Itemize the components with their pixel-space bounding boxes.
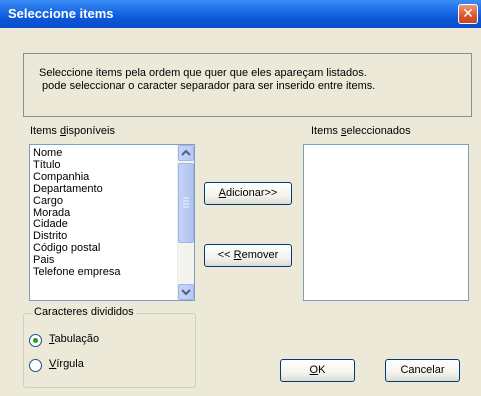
window-title: Seleccione items <box>8 6 114 21</box>
selected-items-list[interactable] <box>303 144 469 301</box>
close-button[interactable]: ✕ <box>458 4 478 24</box>
remove-button[interactable]: << Remover <box>204 244 292 267</box>
list-item[interactable]: Cidade <box>33 218 68 230</box>
scroll-up-button[interactable] <box>178 145 194 161</box>
radio-selected-dot <box>33 338 38 343</box>
scrollbar-thumb[interactable] <box>178 163 194 243</box>
cancel-button[interactable]: Cancelar <box>385 359 460 382</box>
close-icon: ✕ <box>462 5 474 21</box>
description-line-1: Seleccione items pela ordem que quer que… <box>39 67 367 79</box>
description-panel: Seleccione items pela ordem que quer que… <box>23 53 472 117</box>
list-item[interactable]: Departamento <box>33 183 103 195</box>
grip-icon <box>183 197 189 208</box>
separator-groupbox: Caracteres divididos Tabulação Vírgula <box>23 306 196 388</box>
comma-label[interactable]: Vírgula <box>49 358 84 370</box>
description-line-2: pode seleccionar o caracter separador pa… <box>39 80 376 92</box>
list-item[interactable]: Código postal <box>33 242 100 254</box>
selected-items-label: Items seleccionados <box>311 125 411 137</box>
dialog-window: Seleccione items ✕ Seleccione items pela… <box>0 0 481 396</box>
description-text: Seleccione items pela ordem que quer que… <box>39 67 375 93</box>
list-item[interactable]: Pais <box>33 254 54 266</box>
list-item[interactable]: Telefone empresa <box>33 266 120 278</box>
add-button[interactable]: Adicionar>> <box>204 182 292 205</box>
scroll-down-button[interactable] <box>178 284 194 300</box>
list-item[interactable]: Companhia <box>33 171 89 183</box>
title-bar[interactable]: Seleccione items ✕ <box>0 0 481 28</box>
separator-group-title: Caracteres divididos <box>32 306 136 318</box>
radio-tabulation[interactable] <box>29 334 42 347</box>
available-list-scrollbar[interactable] <box>177 145 194 300</box>
available-items-list[interactable]: Nome Título Companhia Departamento Cargo Mora… <box>29 144 195 301</box>
tabulation-label[interactable]: Tabulação <box>49 333 99 345</box>
list-item[interactable]: Nome <box>33 147 62 159</box>
radio-comma[interactable] <box>29 359 42 372</box>
available-items-label: Items disponíveis <box>30 125 115 137</box>
list-item[interactable]: Morada <box>33 207 70 219</box>
ok-button[interactable]: OK <box>280 359 355 382</box>
chevron-down-icon <box>181 289 191 296</box>
list-item[interactable]: Distrito <box>33 230 67 242</box>
chevron-up-icon <box>181 149 191 156</box>
list-item[interactable]: Título <box>33 159 61 171</box>
list-item[interactable]: Cargo <box>33 195 63 207</box>
